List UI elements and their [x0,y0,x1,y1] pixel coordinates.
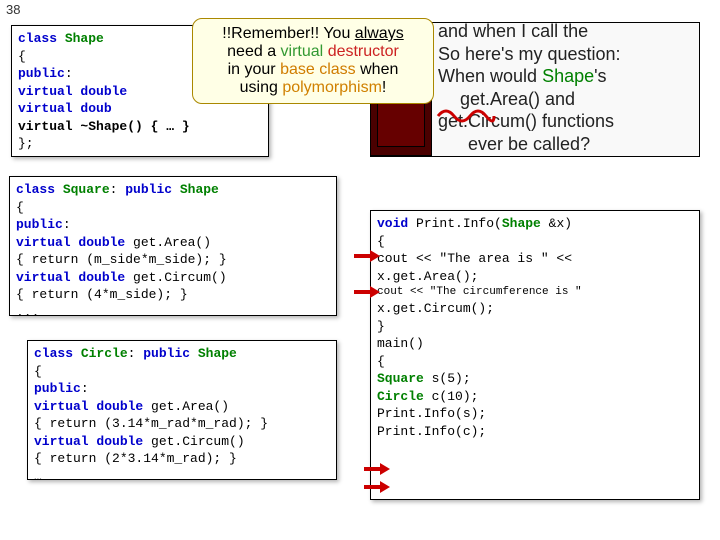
code-line: public: [16,216,330,234]
keyword: virtual double [18,84,127,99]
code-line: }; [18,135,262,153]
arrow-icon [354,249,380,261]
callout-line: in your base class when [203,61,423,79]
code-line: { [377,353,693,371]
code-line: Print.Info(c); [377,423,693,441]
callout-line: need a virtual destructor [203,43,423,61]
code-line: { return (3.14*m_rad*m_rad); } [34,415,330,433]
keyword: public [16,217,63,232]
term-polymorphism: polymorphism [282,79,382,96]
code-line: Circle c(10); [377,388,693,406]
code-line: Square s(5); [377,370,693,388]
circle-class-code: class Circle: public Shape { public: vir… [27,340,337,480]
keyword: public [18,66,65,81]
classname: Shape [502,216,541,231]
term-baseclass: base class [280,61,356,78]
classname: Square [377,371,424,386]
keyword: virtual double [16,270,125,285]
code-line: { return (2*3.14*m_rad); } [34,450,330,468]
keyword: virtual double [34,399,143,414]
code-line: virtual double get.Circum() [34,433,330,451]
code-line: virtual ~Shape() { … } [18,118,262,136]
classname: Circle [377,389,424,404]
code-line: void Print.Info(Shape &x) [377,215,693,233]
code-line: { [377,233,693,251]
question-text: and when I call the So here's my questio… [438,20,704,155]
classname: Circle [81,346,128,361]
square-class-code: class Square: public Shape { public: vir… [9,176,337,316]
remember-callout: !!Remember!! You always need a virtual d… [192,18,434,104]
code-line: { return (4*m_side); } [16,286,330,304]
code-line: virtual double get.Area() [16,234,330,252]
keyword: virtual double [34,434,143,449]
code-line: … [34,468,330,486]
code-text: : [65,66,73,81]
keyword: virtual double [16,235,125,250]
code-line: } [377,318,693,336]
question-line: When would Shape's [438,65,704,88]
code-line: public: [34,380,330,398]
squiggle-mark [436,104,496,128]
question-line: and when I call the [438,20,704,43]
keyword: public [34,381,81,396]
code-line: { [34,363,330,381]
classname: Shape [198,346,237,361]
code-line: x.get.Area(); [377,268,693,286]
slide-number: 38 [6,2,20,17]
emphasis: always [355,25,404,42]
callout-line: using polymorphism! [203,79,423,97]
code-line: ... [16,304,330,322]
keyword: virtual doub [18,101,112,116]
arrow-icon [364,480,390,492]
classname: Square [63,182,110,197]
code-line: virtual double get.Area() [34,398,330,416]
code-line: { return (m_side*m_side); } [16,251,330,269]
code-line: class Square: public Shape [16,181,330,199]
main-code: void Print.Info(Shape &x) { cout << "The… [370,210,700,500]
code-line: cout << "The circumference is " [377,285,693,300]
keyword: void [377,216,408,231]
classname: Shape [65,31,104,46]
arrow-icon [364,462,390,474]
code-line: { [16,199,330,217]
code-line: cout << "The area is " << [377,250,693,268]
term-destructor: destructor [328,43,399,60]
question-line: ever be called? [438,133,704,156]
code-line: main() [377,335,693,353]
arrow-icon [354,285,380,297]
keyword: public [143,346,198,361]
code-line: Print.Info(s); [377,405,693,423]
callout-line: !!Remember!! You always [203,25,423,43]
keyword: class [18,31,65,46]
classname: Shape [180,182,219,197]
term-virtual: virtual [281,43,324,60]
question-line: So here's my question: [438,43,704,66]
code-line: class Circle: public Shape [34,345,330,363]
keyword: class [34,346,81,361]
code-line: x.get.Circum(); [377,300,693,318]
shape-word: Shape [542,66,594,86]
keyword: public [125,182,180,197]
code-line: virtual double get.Circum() [16,269,330,287]
keyword: class [16,182,63,197]
